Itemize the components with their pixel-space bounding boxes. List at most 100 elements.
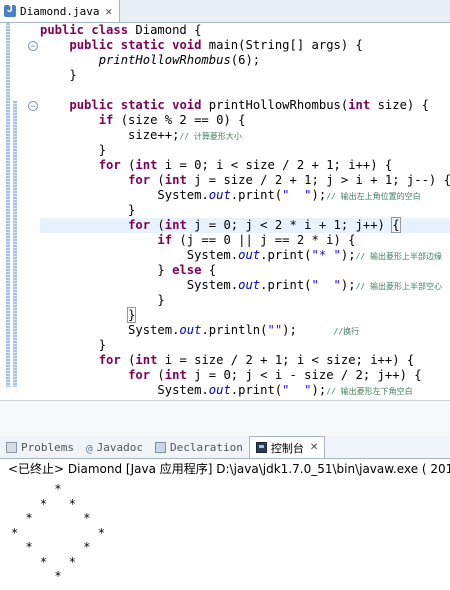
code-line[interactable]: public static void main(String[] args) { (40, 38, 450, 53)
code-token: for (98, 353, 129, 367)
view-tab-label: 控制台 (270, 441, 304, 455)
code-token: class (91, 23, 136, 37)
code-token: j = 0; j < 2 * i + 1; j++) (194, 218, 393, 232)
editor-tab-diamond-java[interactable]: Diamond.java ✕ (0, 0, 120, 22)
code-token: .print( (230, 188, 283, 202)
code-token: ); (311, 383, 327, 397)
code-token: " " (282, 383, 312, 397)
code-token: (size % 2 == 0) { (120, 113, 246, 127)
code-token: public (69, 38, 121, 52)
code-token: ( (157, 173, 165, 187)
code-token: out (179, 323, 202, 337)
code-token: } (40, 338, 107, 352)
code-token: ( (157, 218, 165, 232)
code-token: i = 0; i < size / 2 + 1; i++) { (164, 158, 393, 172)
code-line[interactable]: } (40, 307, 450, 323)
code-token: { (391, 217, 401, 233)
code-token: size++; (40, 128, 180, 142)
code-token: .println( (201, 323, 268, 337)
code-line[interactable]: } (40, 338, 450, 353)
code-line[interactable]: if (size % 2 == 0) { (40, 113, 450, 128)
code-line[interactable]: System.out.print(" ");// 输出左上角位置的空白 (40, 188, 450, 203)
editor-tab-bar: Diamond.java ✕ (0, 0, 450, 23)
code-token: int (348, 98, 378, 112)
view-tab-1[interactable]: @ Javadoc (80, 436, 149, 458)
view-tab-label: Javadoc (96, 440, 143, 454)
console-line: * * (11, 554, 77, 569)
code-token: // 输出菱形上半部空心 (355, 282, 443, 291)
code-line[interactable]: System.out.println(""); //换行 (40, 323, 450, 338)
code-line[interactable]: for (int j = size / 2 + 1; j > i + 1; j-… (40, 173, 450, 188)
code-line[interactable]: for (int j = 0; j < i - size / 2; j++) { (40, 368, 450, 383)
code-token: public (40, 23, 92, 37)
at-icon: @ (85, 441, 93, 455)
code-line[interactable]: size++;// 计算菱形大小 (40, 128, 450, 143)
code-token: out (238, 248, 261, 262)
code-line[interactable]: } (40, 203, 450, 218)
console-line: * (11, 569, 62, 583)
view-tab-3[interactable]: 控制台 ✕ (248, 436, 326, 458)
quick-diff-ruler (13, 101, 17, 387)
view-tab-2[interactable]: Declaration (149, 436, 249, 458)
code-token: static (120, 98, 173, 112)
code-token: System. (40, 248, 239, 262)
code-token: out (208, 383, 231, 397)
code-token: public (69, 98, 121, 112)
code-line[interactable]: } (40, 143, 450, 158)
code-line[interactable]: for (int j = 0; j < 2 * i + 1; j++) { (40, 217, 450, 233)
close-icon[interactable]: ✕ (310, 442, 318, 453)
code-token: System. (40, 188, 209, 202)
code-editor[interactable]: − − public class Diamond { public static… (0, 23, 450, 423)
fold-collapse-icon[interactable]: − (28, 41, 38, 51)
close-icon[interactable]: ✕ (105, 5, 112, 18)
code-line[interactable]: if (j == 0 || j == 2 * i) { (40, 233, 450, 248)
console-line: * * (11, 525, 105, 540)
code-line[interactable] (40, 83, 450, 98)
code-token: // 计算菱形大小 (179, 132, 242, 141)
code-line[interactable]: System.out.print(" ");// 输出菱形左下角空白 (40, 383, 450, 398)
code-token: } (40, 293, 165, 307)
console-output[interactable]: * * * * * * * * * * * * (11, 482, 105, 584)
code-token: int (164, 173, 195, 187)
code-line[interactable]: } (40, 68, 450, 83)
code-line[interactable]: public class Diamond { (40, 23, 450, 38)
code-token: "" (267, 323, 283, 337)
code-token: System. (40, 383, 209, 397)
code-token: } (40, 143, 107, 157)
code-token: if (157, 233, 180, 247)
code-token: size) { (377, 98, 429, 112)
code-token: for (128, 173, 158, 187)
view-tab-label: Problems (21, 440, 74, 454)
console-icon (255, 442, 267, 453)
code-line[interactable]: System.out.print(" ");// 输出菱形上半部空心 (40, 278, 450, 293)
code-token: int (135, 353, 165, 367)
console-line: * * (11, 496, 77, 511)
declaration-icon (154, 441, 166, 453)
fold-collapse-icon[interactable]: − (28, 101, 38, 111)
code-token: void (172, 98, 209, 112)
problems-icon (6, 441, 17, 453)
code-line[interactable]: public static void printHollowRhombus(in… (40, 98, 450, 113)
code-line[interactable]: } else { (40, 263, 450, 278)
code-token: ); (311, 188, 327, 202)
code-line[interactable]: System.out.print("* ");// 输出菱形上半部边缘 (40, 248, 450, 263)
source-code[interactable]: public class Diamond { public static voi… (40, 23, 450, 398)
code-line[interactable]: } (40, 293, 450, 308)
code-token: ); (282, 323, 334, 337)
console-line: * * (11, 540, 91, 554)
view-tab-0[interactable]: Problems (0, 436, 80, 458)
code-token: printHollowRhombus (98, 53, 231, 67)
panel-separator (0, 400, 450, 436)
code-token: int (135, 158, 165, 172)
code-line[interactable]: for (int i = 0; i < size / 2 + 1; i++) { (40, 158, 450, 173)
code-line[interactable]: printHollowRhombus(6); (40, 53, 450, 68)
code-line[interactable]: for (int i = size / 2 + 1; i < size; i++… (40, 353, 450, 368)
code-token: Diamond { (135, 23, 202, 37)
